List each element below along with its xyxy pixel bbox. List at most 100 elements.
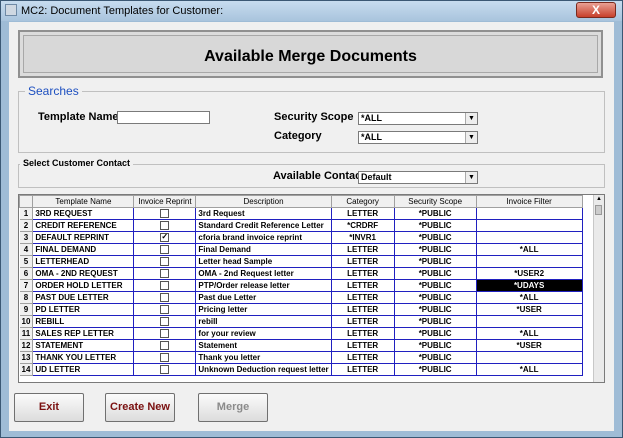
invoice-reprint-cell[interactable] xyxy=(133,291,197,304)
table-cell xyxy=(476,315,583,328)
invoice-reprint-cell[interactable] xyxy=(133,267,197,280)
table-cell: *PUBLIC xyxy=(394,231,477,244)
app-icon xyxy=(5,4,17,16)
table-row[interactable]: 4 FINAL DEMAND Final Demand LETTER *PUBLIC *A… xyxy=(19,243,583,256)
row-number: 1 xyxy=(19,207,34,220)
table-row[interactable]: 1 3RD REQUEST 3rd Request LETTER *PUBLIC xyxy=(19,207,583,220)
invoice-reprint-cell[interactable] xyxy=(133,243,197,256)
column-header[interactable]: Category xyxy=(330,195,395,208)
vertical-scrollbar[interactable]: ▲ xyxy=(593,195,604,382)
table-body: 1 3RD REQUEST 3rd Request LETTER *PUBLIC 2 CRE… xyxy=(19,207,583,376)
client-area: Available Merge Documents Searches Templ… xyxy=(9,22,614,431)
table-cell: REBILL xyxy=(32,315,135,328)
title-bar: MC2: Document Templates for Customer: X xyxy=(1,1,622,21)
invoice-reprint-cell[interactable] xyxy=(133,207,197,220)
table-cell: LETTER xyxy=(331,351,395,364)
invoice-reprint-cell[interactable] xyxy=(133,219,197,232)
available-contacts-label: Available Contacts xyxy=(273,170,372,182)
create-new-button[interactable]: Create New xyxy=(105,393,175,422)
searches-group: Searches Template Name Security Scope *A… xyxy=(18,84,605,153)
table-row[interactable]: 12 STATEMENT Statement LETTER *PUBLIC *USER xyxy=(19,339,583,352)
invoice-reprint-cell[interactable] xyxy=(133,255,197,268)
table-cell: LETTER xyxy=(331,339,395,352)
table-cell: 3rd Request xyxy=(195,207,332,220)
scroll-thumb[interactable] xyxy=(595,205,602,215)
invoice-reprint-checkbox[interactable] xyxy=(160,317,170,327)
invoice-reprint-checkbox[interactable]: ✓ xyxy=(160,232,170,243)
invoice-reprint-checkbox[interactable] xyxy=(160,221,170,231)
table-cell: *PUBLIC xyxy=(394,243,477,256)
table-row[interactable]: 14 UD LETTER Unknown Deduction request let… xyxy=(19,363,583,376)
invoice-reprint-checkbox[interactable] xyxy=(160,257,170,267)
table-cell: PD LETTER xyxy=(32,303,135,316)
invoice-reprint-checkbox[interactable] xyxy=(160,209,170,219)
merge-button[interactable]: Merge xyxy=(198,393,268,422)
invoice-reprint-cell[interactable] xyxy=(133,351,197,364)
row-number: 4 xyxy=(19,243,34,256)
invoice-reprint-checkbox[interactable] xyxy=(160,365,170,375)
scroll-up-icon[interactable]: ▲ xyxy=(594,195,604,204)
invoice-reprint-cell[interactable] xyxy=(133,303,197,316)
table-cell: *ALL xyxy=(476,243,583,256)
invoice-reprint-cell[interactable]: ✓ xyxy=(133,231,197,244)
table-cell: LETTER xyxy=(331,207,395,220)
table-cell: LETTER xyxy=(331,279,395,292)
invoice-reprint-cell[interactable] xyxy=(133,279,197,292)
table-row[interactable]: 6 OMA - 2ND REQUEST OMA - 2nd Request lett… xyxy=(19,267,583,280)
table-cell: Standard Credit Reference Letter xyxy=(195,219,332,232)
page-title: Available Merge Documents xyxy=(204,48,417,65)
column-header[interactable]: Security Scope xyxy=(393,195,477,208)
row-number: 11 xyxy=(19,327,34,340)
invoice-reprint-checkbox[interactable] xyxy=(160,305,170,315)
invoice-reprint-cell[interactable] xyxy=(133,315,197,328)
templates-table: Template Name Invoice Reprint Description C… xyxy=(19,195,583,376)
table-cell: Unknown Deduction request letter xyxy=(195,363,332,376)
searches-legend: Searches xyxy=(25,84,82,98)
invoice-reprint-checkbox[interactable] xyxy=(160,329,170,339)
column-header[interactable]: Description xyxy=(195,195,332,208)
header-inner: Available Merge Documents xyxy=(23,35,598,73)
invoice-reprint-checkbox[interactable] xyxy=(160,245,170,255)
table-row[interactable]: 2 CREDIT REFERENCE Standard Credit Referen… xyxy=(19,219,583,232)
column-header[interactable]: Invoice Filter xyxy=(475,195,583,208)
available-contacts-select[interactable]: Default ▼ xyxy=(358,171,478,184)
exit-button[interactable]: Exit xyxy=(14,393,84,422)
templates-grid[interactable]: Template Name Invoice Reprint Description C… xyxy=(18,194,605,383)
window-title: MC2: Document Templates for Customer: xyxy=(21,5,224,17)
table-cell xyxy=(476,255,583,268)
close-button[interactable]: X xyxy=(576,2,616,18)
security-scope-select[interactable]: *ALL ▼ xyxy=(358,112,478,125)
table-row[interactable]: 5 LETTERHEAD Letter head Sample LETTER *PUBL… xyxy=(19,255,583,268)
table-cell: *USER2 xyxy=(476,267,583,280)
table-cell: *PUBLIC xyxy=(394,207,477,220)
table-cell: OMA - 2nd Request letter xyxy=(195,267,332,280)
column-header[interactable]: Invoice Reprint xyxy=(133,195,197,208)
table-cell: LETTER xyxy=(331,363,395,376)
table-row[interactable]: 13 THANK YOU LETTER Thank you letter LETTER… xyxy=(19,351,583,364)
table-row[interactable]: 3 DEFAULT REPRINT ✓ cforia brand invoice re… xyxy=(19,231,583,244)
table-cell: ORDER HOLD LETTER xyxy=(32,279,135,292)
column-header[interactable]: Template Name xyxy=(32,195,135,208)
invoice-reprint-checkbox[interactable] xyxy=(160,341,170,351)
table-row[interactable]: 7 ORDER HOLD LETTER PTP/Order release lett… xyxy=(19,279,583,292)
invoice-reprint-cell[interactable] xyxy=(133,363,197,376)
table-row[interactable]: 8 PAST DUE LETTER Past due Letter LETTER *PU… xyxy=(19,291,583,304)
table-cell: *ALL xyxy=(476,363,583,376)
invoice-reprint-cell[interactable] xyxy=(133,339,197,352)
table-cell: LETTER xyxy=(331,303,395,316)
table-row[interactable]: 11 SALES REP LETTER for your review LETTER *… xyxy=(19,327,583,340)
table-row[interactable]: 10 REBILL rebill LETTER *PUBLIC xyxy=(19,315,583,328)
invoice-reprint-cell[interactable] xyxy=(133,327,197,340)
table-cell: Final Demand xyxy=(195,243,332,256)
table-cell: *PUBLIC xyxy=(394,255,477,268)
invoice-reprint-checkbox[interactable] xyxy=(160,281,170,291)
invoice-reprint-checkbox[interactable] xyxy=(160,353,170,363)
category-label: Category xyxy=(274,130,322,142)
table-cell: Statement xyxy=(195,339,332,352)
invoice-reprint-checkbox[interactable] xyxy=(160,269,170,279)
category-select[interactable]: *ALL ▼ xyxy=(358,131,478,144)
invoice-reprint-checkbox[interactable] xyxy=(160,293,170,303)
table-cell: PAST DUE LETTER xyxy=(32,291,135,304)
table-row[interactable]: 9 PD LETTER Pricing letter LETTER *PUBLIC *US… xyxy=(19,303,583,316)
template-name-input[interactable] xyxy=(117,111,210,124)
